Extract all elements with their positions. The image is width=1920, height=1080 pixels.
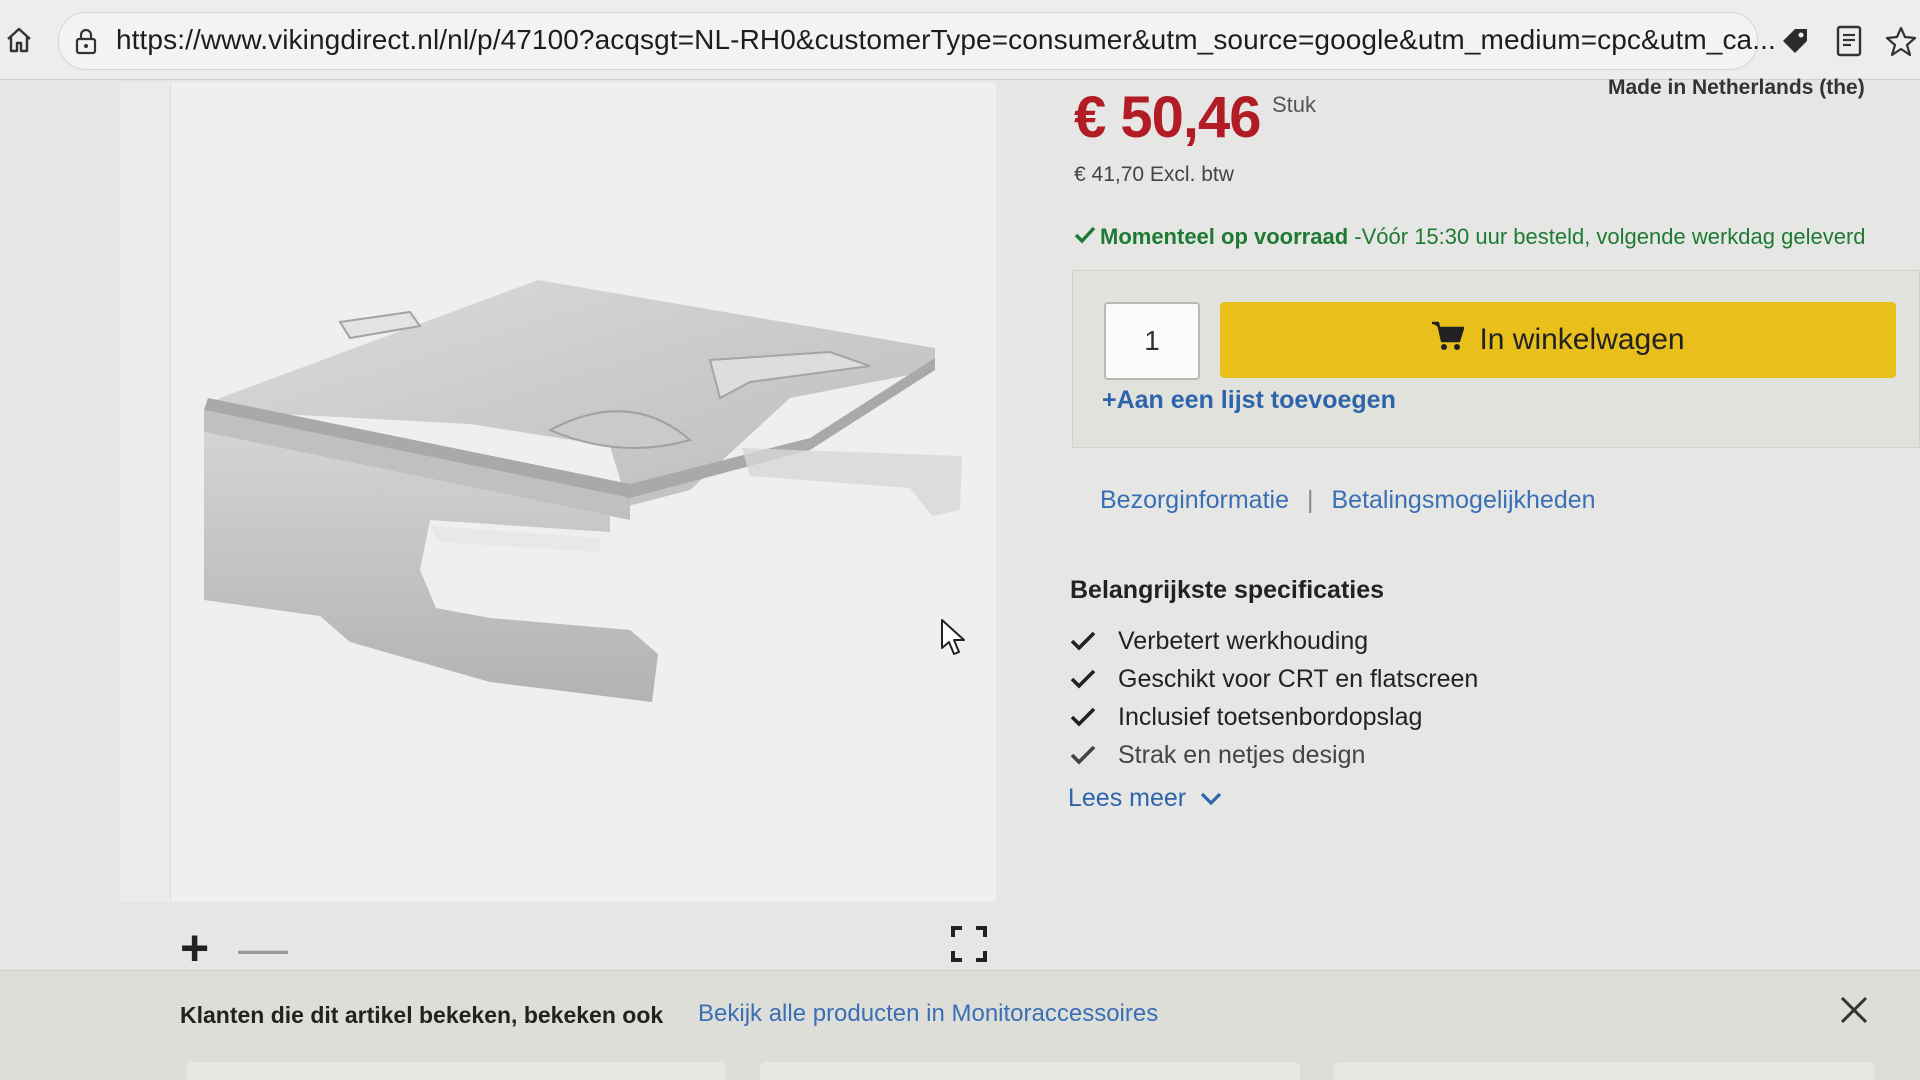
- quantity-input[interactable]: [1104, 302, 1200, 380]
- star-icon[interactable]: [1884, 24, 1918, 58]
- price-excl-vat: € 41,70 Excl. btw: [1074, 163, 1234, 186]
- product-image[interactable]: [190, 270, 970, 735]
- check-icon: [1070, 631, 1096, 651]
- read-more-label: Lees meer: [1068, 784, 1187, 812]
- cart-icon: [1431, 320, 1465, 360]
- chevron-down-icon: [1200, 784, 1222, 813]
- mouse-cursor: [940, 618, 968, 663]
- check-icon: [1074, 224, 1096, 250]
- related-product-card[interactable]: [186, 1062, 726, 1080]
- price-unit: Stuk: [1272, 92, 1317, 117]
- product-price: € 50,46: [1074, 85, 1262, 150]
- spec-item: Inclusief toetsenbordopslag: [1070, 698, 1478, 736]
- specs-title: Belangrijkste specificaties: [1070, 576, 1385, 604]
- check-icon: [1070, 745, 1096, 765]
- check-icon: [1070, 669, 1096, 689]
- add-to-cart-label: In winkelwagen: [1479, 323, 1685, 356]
- spec-item: Verbetert werkhouding: [1070, 622, 1478, 660]
- spec-text: Geschikt voor CRT en flatscreen: [1118, 664, 1479, 693]
- check-icon: [1070, 707, 1096, 727]
- related-products-title: Klanten die dit artikel bekeken, bekeken…: [180, 1002, 664, 1028]
- info-links: Bezorginformatie | Betalingsmogelijkheden: [1100, 486, 1596, 515]
- related-product-card[interactable]: [760, 1062, 1300, 1080]
- view-all-category-link[interactable]: Bekijk alle producten in Monitoraccessoi…: [698, 1000, 1158, 1028]
- payment-options-link[interactable]: Betalingsmogelijkheden: [1331, 486, 1595, 514]
- spec-item: Strak en netjes design: [1070, 736, 1478, 774]
- spec-text: Inclusief toetsenbordopslag: [1118, 702, 1423, 731]
- home-icon[interactable]: [4, 22, 34, 58]
- reader-icon[interactable]: [1832, 24, 1866, 58]
- delivery-note: -Vóór 15:30 uur besteld, volgende werkda…: [1354, 224, 1866, 249]
- add-to-list-link[interactable]: +Aan een lijst toevoegen: [1102, 386, 1396, 415]
- spec-text: Verbetert werkhouding: [1118, 626, 1369, 655]
- tag-icon[interactable]: [1778, 24, 1812, 58]
- related-products-row: [180, 1062, 1920, 1080]
- related-product-card[interactable]: [1334, 1062, 1874, 1080]
- spec-text: Strak en netjes design: [1118, 740, 1366, 769]
- add-to-cart-button[interactable]: In winkelwagen: [1220, 302, 1896, 378]
- country-of-origin: Made in Netherlands (the): [1608, 76, 1865, 99]
- read-more-link[interactable]: Lees meer: [1068, 784, 1222, 813]
- url-text[interactable]: https://www.vikingdirect.nl/nl/p/47100?a…: [116, 24, 1776, 56]
- specs-list: Verbetert werkhouding Geschikt voor CRT …: [1070, 622, 1478, 774]
- delivery-info-link[interactable]: Bezorginformatie: [1100, 486, 1289, 514]
- stock-status-label: Momenteel op voorraad: [1100, 224, 1349, 249]
- lock-icon[interactable]: [74, 28, 98, 56]
- fullscreen-icon[interactable]: [950, 925, 988, 963]
- stock-status: Momenteel op voorraad -Vóór 15:30 uur be…: [1074, 224, 1866, 250]
- spec-item: Geschikt voor CRT en flatscreen: [1070, 660, 1478, 698]
- zoom-out-button[interactable]: —: [238, 923, 288, 973]
- link-separator: |: [1306, 486, 1314, 514]
- zoom-in-button[interactable]: +: [180, 923, 209, 973]
- browser-toolbar: https://www.vikingdirect.nl/nl/p/47100?a…: [0, 0, 1920, 80]
- close-icon[interactable]: [1836, 992, 1872, 1028]
